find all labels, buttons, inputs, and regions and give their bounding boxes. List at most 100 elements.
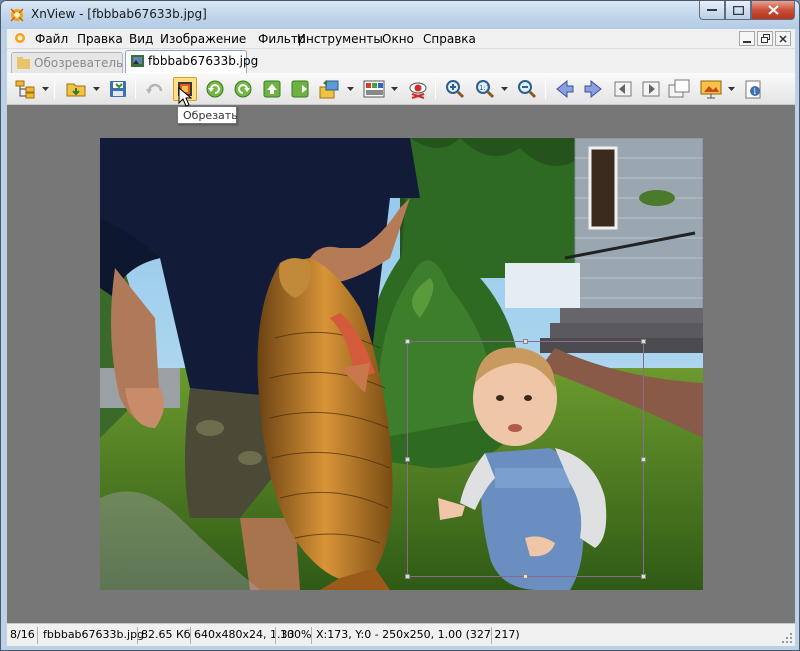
rotate-left-icon: [206, 80, 224, 98]
crop-handle-top-right[interactable]: [641, 339, 646, 344]
photo[interactable]: [100, 138, 703, 590]
browser-tab-icon: [17, 57, 30, 69]
svg-text:i: i: [754, 87, 757, 96]
mdi-close-button[interactable]: [775, 31, 791, 46]
rotate-right-icon: [234, 80, 252, 98]
crop-handle-bottom-left[interactable]: [405, 574, 410, 579]
previous-icon: [556, 79, 574, 99]
zoom-in-button[interactable]: [443, 77, 467, 101]
chevron-down-icon[interactable]: [391, 86, 398, 92]
move-up-button[interactable]: [260, 77, 284, 101]
status-bar: 8/16 fbbbab67633b.jpg 82.65 Кб 640x480x2…: [7, 623, 795, 646]
menu-help[interactable]: Справка: [423, 32, 476, 46]
tab-label: fbbbab67633b.jpg: [148, 54, 259, 68]
minimize-icon: [743, 40, 751, 43]
save-button[interactable]: [106, 77, 130, 101]
tab-image[interactable]: fbbbab67633b.jpg: [125, 50, 258, 73]
zoom-fit-button[interactable]: 1:1: [473, 77, 497, 101]
rotate-right-button[interactable]: [231, 77, 255, 101]
status-filesize: 82.65 Кб: [141, 628, 191, 641]
toolbar: 1:1 i: [7, 73, 795, 105]
crop-handle-top-left[interactable]: [405, 339, 410, 344]
crop-selection[interactable]: [405, 339, 646, 579]
status-selection: X:173, Y:0 - 250x250, 1.00 (327 217): [316, 628, 520, 641]
zoom-fit-icon: 1:1: [476, 80, 495, 99]
adjust-colors-button[interactable]: [362, 77, 386, 101]
resize-grip-icon[interactable]: [781, 632, 793, 644]
convert-icon: [319, 80, 339, 99]
previous-button[interactable]: [553, 77, 577, 101]
properties-button[interactable]: i: [741, 77, 765, 101]
close-button[interactable]: [751, 1, 795, 20]
last-page-button[interactable]: [639, 77, 663, 101]
menu-file[interactable]: Файл: [35, 32, 68, 46]
restore-icon: [760, 34, 770, 43]
xnview-window: XnView - [fbbbab67633b.jpg] Файл Правка …: [0, 0, 800, 651]
browser-icon: [15, 80, 35, 99]
crop-tooltip: Обрезать: [177, 106, 238, 124]
crop-handle-top[interactable]: [523, 339, 528, 344]
rotate-left-button[interactable]: [203, 77, 227, 101]
close-icon: [779, 34, 787, 43]
menu-image[interactable]: Изображение: [160, 32, 246, 46]
crop-handle-bottom-right[interactable]: [641, 574, 646, 579]
properties-icon: i: [745, 80, 761, 99]
slideshow-button[interactable]: [699, 77, 723, 101]
tab-label: Обозреватель: [34, 56, 124, 70]
chevron-down-icon[interactable]: [728, 86, 735, 92]
menu-tools[interactable]: Инструменты: [297, 32, 383, 46]
mouse-cursor-icon: [178, 87, 192, 107]
status-filename: fbbbab67633b.jpg: [43, 628, 145, 641]
convert-button[interactable]: [318, 77, 342, 101]
zoom-out-button[interactable]: [515, 77, 539, 101]
crop-handle-bottom[interactable]: [523, 574, 528, 579]
minimize-icon: [707, 9, 717, 11]
fullscreen-icon: [668, 79, 690, 98]
undo-icon: [146, 83, 163, 94]
mdi-restore-button[interactable]: [757, 31, 773, 46]
title-bar[interactable]: XnView - [fbbbab67633b.jpg]: [1, 1, 799, 29]
crop-handle-left[interactable]: [405, 457, 410, 462]
menu-window[interactable]: Окно: [382, 32, 414, 46]
minimize-button[interactable]: [699, 1, 725, 20]
zoom-in-icon: [446, 80, 465, 99]
maximize-button[interactable]: [725, 1, 751, 20]
chevron-down-icon[interactable]: [501, 86, 508, 92]
open-folder-button[interactable]: [64, 77, 88, 101]
chevron-down-icon[interactable]: [93, 86, 100, 92]
export-icon: [291, 80, 309, 98]
undo-button[interactable]: [143, 77, 167, 101]
svg-text:1:1: 1:1: [479, 84, 490, 92]
menu-bar: Файл Правка Вид Изображение Фильтр Инстр…: [7, 29, 795, 49]
last-page-icon: [642, 81, 660, 97]
status-index: 8/16: [10, 628, 35, 641]
red-eye-button[interactable]: [406, 77, 430, 101]
next-button[interactable]: [581, 77, 605, 101]
tab-bar: Обозреватель fbbbab67633b.jpg: [7, 49, 795, 73]
next-icon: [584, 79, 602, 99]
export-button[interactable]: [288, 77, 312, 101]
zoom-out-icon: [518, 80, 537, 99]
document-app-icon[interactable]: [13, 31, 27, 45]
tab-browser[interactable]: Обозреватель: [11, 52, 123, 73]
chevron-down-icon[interactable]: [347, 86, 354, 92]
first-page-button[interactable]: [611, 77, 635, 101]
crop-handle-right[interactable]: [641, 457, 646, 462]
menu-view[interactable]: Вид: [129, 32, 153, 46]
image-tab-icon: [131, 55, 144, 67]
menu-edit[interactable]: Правка: [77, 32, 123, 46]
mdi-minimize-button[interactable]: [739, 31, 755, 46]
slideshow-icon: [700, 80, 722, 99]
red-eye-icon: [409, 82, 427, 99]
browser-button[interactable]: [13, 77, 37, 101]
save-icon: [110, 81, 126, 97]
maximize-icon: [732, 5, 744, 15]
xnview-app-icon[interactable]: [9, 7, 25, 23]
close-icon: [767, 5, 779, 15]
chevron-down-icon[interactable]: [42, 86, 49, 92]
fullscreen-button[interactable]: [667, 77, 691, 101]
move-up-icon: [263, 80, 281, 98]
first-page-icon: [614, 81, 632, 97]
open-folder-icon: [66, 83, 86, 97]
image-viewer[interactable]: [7, 105, 795, 623]
